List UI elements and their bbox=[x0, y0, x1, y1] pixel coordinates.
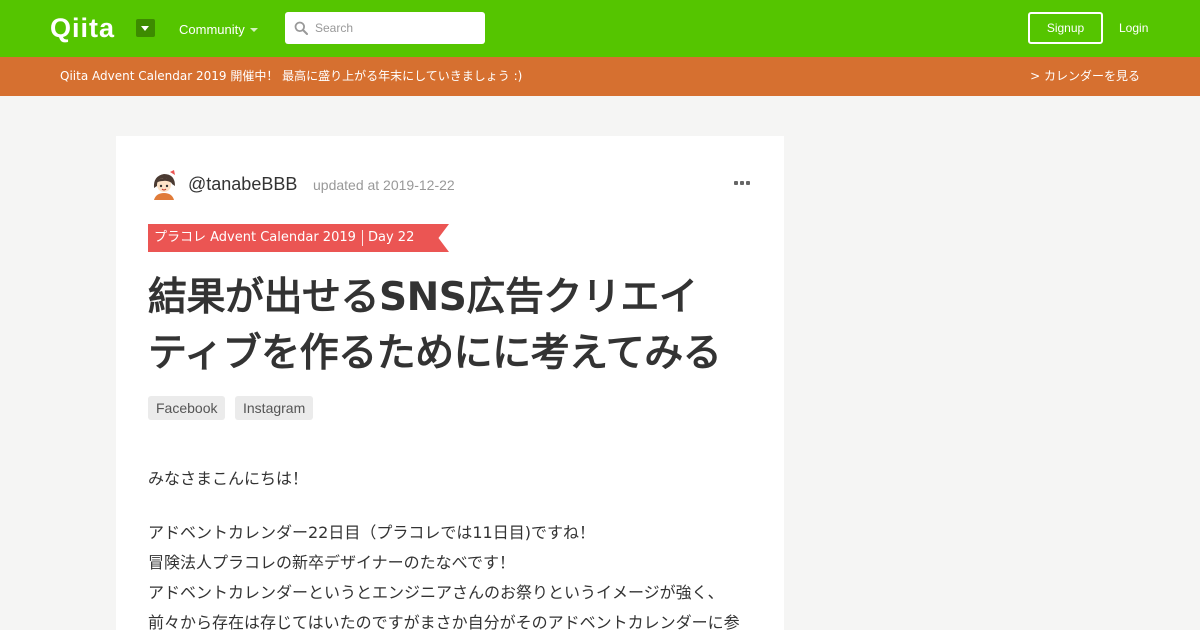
calendar-name: プラコレ Advent Calendar 2019 bbox=[154, 230, 356, 245]
calendar-day: Day 22 bbox=[368, 230, 415, 245]
search-input[interactable] bbox=[315, 12, 480, 44]
tag-instagram[interactable]: Instagram bbox=[235, 396, 314, 420]
banner-message: Qiita Advent Calendar 2019 開催中！ 最高に盛り上がる… bbox=[60, 69, 523, 83]
tag-facebook[interactable]: Facebook bbox=[148, 396, 226, 420]
global-header: Qiita Community Signup Login bbox=[0, 0, 1200, 57]
chevron-down-icon bbox=[250, 28, 258, 32]
search-box bbox=[285, 12, 485, 44]
body-paragraph: アドベントカレンダーというとエンジニアさんのお祭りというイメージが強く、 bbox=[148, 583, 724, 602]
body-paragraph: 前々から存在は存じてはいたのですがまさか自分がそのアドベントカレンダーに参 bbox=[148, 613, 740, 630]
signup-button[interactable]: Signup bbox=[1028, 12, 1103, 44]
community-menu[interactable]: Community bbox=[179, 21, 245, 38]
avatar-illustration bbox=[148, 168, 180, 200]
qiita-logo[interactable]: Qiita bbox=[50, 12, 115, 44]
body-paragraph: アドベントカレンダー22日目（プラコレでは11日目)ですね！ bbox=[148, 523, 595, 542]
ribbon-divider bbox=[362, 230, 363, 246]
updated-date: updated at 2019-12-22 bbox=[313, 177, 455, 193]
body-paragraph: 冒険法人プラコレの新卒デザイナーのたなべです！ bbox=[148, 553, 516, 572]
article-card: @tanabeBBB updated at 2019-12-22 プラコレ Ad… bbox=[116, 136, 784, 630]
advent-calendar-banner: Qiita Advent Calendar 2019 開催中！ 最高に盛り上がる… bbox=[0, 57, 1200, 96]
view-calendar-link[interactable]: > カレンダーを見る bbox=[1030, 68, 1140, 85]
login-link[interactable]: Login bbox=[1119, 20, 1148, 36]
author-name[interactable]: @tanabeBBB bbox=[188, 173, 297, 195]
advent-calendar-ribbon[interactable]: プラコレ Advent Calendar 2019 Day 22 bbox=[148, 224, 449, 252]
body-paragraph: みなさまこんにちは！ bbox=[148, 469, 309, 488]
search-icon bbox=[294, 21, 308, 35]
title-line-2: ティブを作るためにに考えてみる bbox=[148, 331, 722, 376]
article-title: 結果が出せるSNS広告クリエイ ティブを作るためにに考えてみる bbox=[148, 270, 748, 382]
author-avatar[interactable] bbox=[148, 168, 180, 200]
logo-dropdown-icon[interactable] bbox=[136, 19, 155, 37]
more-options-icon[interactable] bbox=[734, 180, 754, 188]
title-line-1: 結果が出せるSNS広告クリエイ bbox=[148, 275, 698, 320]
